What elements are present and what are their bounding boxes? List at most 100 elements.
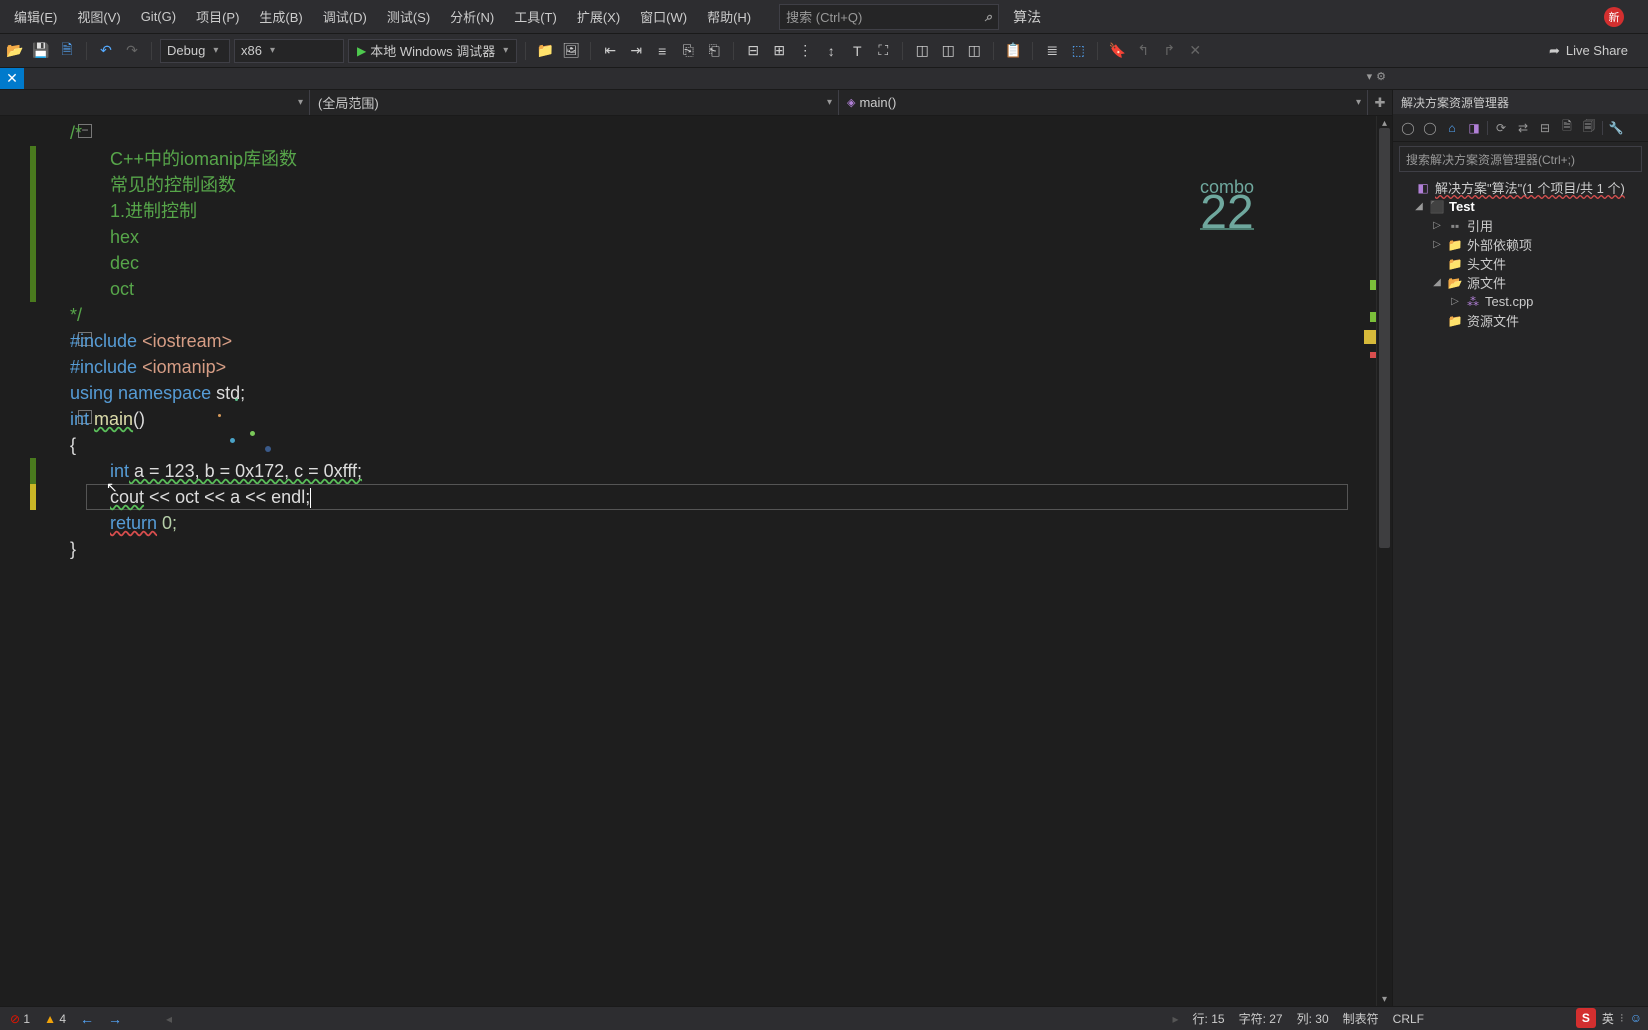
change-markers-column [1364, 116, 1376, 1006]
tabs-indicator[interactable]: 制表符 [1343, 1010, 1379, 1027]
menu-test[interactable]: 测试(S) [377, 3, 440, 30]
toolbar-separator [733, 42, 734, 60]
menu-build[interactable]: 生成(B) [249, 3, 312, 30]
references-icon: ▪▪ [1447, 219, 1463, 233]
global-search-input[interactable]: 搜索 (Ctrl+Q) ⌕ [779, 4, 999, 30]
scope-scope-dropdown[interactable]: (全局范围) [310, 90, 839, 115]
toggle-icon[interactable]: ⋮ [794, 40, 816, 62]
split-editor-button[interactable]: ✚ [1368, 95, 1392, 111]
expand-icon[interactable]: ▷ [1431, 220, 1443, 231]
expand-icon[interactable]: ▷ [1431, 239, 1443, 250]
toggle-icon[interactable]: ⛶ [872, 40, 894, 62]
solution-search-input[interactable]: 搜索解决方案资源管理器(Ctrl+;) [1399, 146, 1642, 172]
ime-indicator[interactable]: S 英 ⁝ ☺ [1570, 1006, 1648, 1030]
menu-tools[interactable]: 工具(T) [504, 3, 567, 30]
configuration-dropdown[interactable]: Debug [160, 39, 230, 63]
refresh-icon[interactable]: ⟳ [1492, 119, 1510, 137]
nav-back-button[interactable]: ← [80, 1011, 94, 1027]
toggle-icon[interactable]: ⊟ [742, 40, 764, 62]
toggle-icon[interactable]: ◫ [937, 40, 959, 62]
format-icon[interactable]: ≡ [651, 40, 673, 62]
navigation-bar: (全局范围) ◈ main() ✚ [0, 90, 1392, 116]
scrollbar-thumb[interactable] [1379, 128, 1390, 548]
bookmark-prev-icon[interactable]: ↰ [1132, 40, 1154, 62]
error-count[interactable]: ⊘ 1 [10, 1012, 30, 1026]
menu-debug[interactable]: 调试(D) [313, 3, 377, 30]
platform-dropdown[interactable]: x86 [234, 39, 344, 63]
properties-icon[interactable]: 🗐 [1580, 119, 1598, 137]
vertical-scrollbar[interactable]: ▴ ▾ [1376, 116, 1392, 1006]
undo-icon[interactable]: ↶ [95, 40, 117, 62]
image-icon[interactable]: 🖼 [560, 40, 582, 62]
line-indicator[interactable]: 行: 15 [1193, 1010, 1225, 1027]
settings-icon[interactable]: ⚙ [1376, 70, 1386, 83]
menu-extensions[interactable]: 扩展(X) [567, 3, 630, 30]
switch-view-icon[interactable]: ◨ [1465, 119, 1483, 137]
bookmark-next-icon[interactable]: ↱ [1158, 40, 1180, 62]
filter-icon[interactable]: ⇄ [1514, 119, 1532, 137]
uncomment-icon[interactable]: ⎗ [703, 40, 725, 62]
menu-git[interactable]: Git(G) [131, 5, 186, 28]
tree-sources[interactable]: ◢ 📂 源文件 [1393, 273, 1648, 292]
indent-decrease-icon[interactable]: ⇤ [599, 40, 621, 62]
toggle-icon[interactable]: ◫ [911, 40, 933, 62]
folder-icon: 📁 [1447, 257, 1463, 271]
show-all-icon[interactable]: 🗎 [1558, 119, 1576, 137]
collapse-icon[interactable]: ⊟ [1536, 119, 1554, 137]
save-icon[interactable]: 💾 [30, 40, 52, 62]
wrench-icon[interactable]: 🔧 [1607, 119, 1625, 137]
tree-solution-root[interactable]: ◧ 解决方案"算法"(1 个项目/共 1 个) [1393, 178, 1648, 197]
toggle-icon[interactable]: ⬚ [1067, 40, 1089, 62]
scope-type-dropdown[interactable] [0, 90, 310, 115]
nav-forward-button[interactable]: → [108, 1011, 122, 1027]
search-icon: ⌕ [985, 9, 992, 25]
toggle-icon[interactable]: ⊞ [768, 40, 790, 62]
menu-edit[interactable]: 编辑(E) [4, 3, 67, 30]
tab-close-button[interactable]: ✕ [0, 68, 24, 89]
warning-count[interactable]: ▲ 4 [44, 1012, 66, 1026]
editor-panel: (全局范围) ◈ main() ✚ ▾ ⚙ combo 22 [0, 90, 1392, 1006]
menu-view[interactable]: 视图(V) [67, 3, 130, 30]
menu-analyze[interactable]: 分析(N) [440, 3, 504, 30]
tree-headers[interactable]: 📁 头文件 [1393, 254, 1648, 273]
tree-resources[interactable]: 📁 资源文件 [1393, 311, 1648, 330]
tab-dropdown-icon[interactable]: ▾ [1367, 70, 1373, 83]
toggle-icon[interactable]: ≣ [1041, 40, 1063, 62]
back-icon[interactable]: ◯ [1399, 119, 1417, 137]
expand-icon[interactable]: ◢ [1431, 277, 1443, 288]
lineending-indicator[interactable]: CRLF [1393, 1012, 1424, 1026]
char-indicator[interactable]: 字符: 27 [1239, 1010, 1283, 1027]
tree-file-test-cpp[interactable]: ▷ ⁂ Test.cpp [1393, 292, 1648, 311]
expand-icon[interactable]: ◢ [1413, 201, 1425, 212]
solution-icon: ◧ [1415, 181, 1431, 195]
col-indicator[interactable]: 列: 30 [1297, 1010, 1329, 1027]
bookmark-icon[interactable]: 🔖 [1106, 40, 1128, 62]
start-debug-button[interactable]: ▶ 本地 Windows 调试器 ▾ [348, 39, 517, 63]
live-share-button[interactable]: ➦ Live Share [1549, 43, 1628, 59]
folder-icon[interactable]: 📁 [534, 40, 556, 62]
tree-references[interactable]: ▷ ▪▪ 引用 [1393, 216, 1648, 235]
menu-window[interactable]: 窗口(W) [630, 3, 697, 30]
toggle-icon[interactable]: 📋 [1002, 40, 1024, 62]
comment-icon[interactable]: ⎘ [677, 40, 699, 62]
menu-help[interactable]: 帮助(H) [697, 3, 761, 30]
toggle-icon[interactable]: ↕ [820, 40, 842, 62]
tree-project[interactable]: ◢ ⬛ Test [1393, 197, 1648, 216]
folder-icon: 📁 [1447, 238, 1463, 252]
scope-member-dropdown[interactable]: ◈ main() [839, 90, 1368, 115]
tree-external-deps[interactable]: ▷ 📁 外部依赖项 [1393, 235, 1648, 254]
redo-icon[interactable]: ↷ [121, 40, 143, 62]
save-all-icon[interactable]: 🗎 [56, 40, 78, 62]
menu-project[interactable]: 项目(P) [186, 3, 249, 30]
open-icon[interactable]: 📂 [4, 40, 26, 62]
expand-icon[interactable]: ▷ [1449, 296, 1461, 307]
forward-icon[interactable]: ◯ [1421, 119, 1439, 137]
indent-increase-icon[interactable]: ⇥ [625, 40, 647, 62]
toggle-icon[interactable]: ◫ [963, 40, 985, 62]
new-badge[interactable]: 新 [1604, 7, 1624, 27]
bookmark-clear-icon[interactable]: ✕ [1184, 40, 1206, 62]
code-editor[interactable]: combo 22 −/* C++中的iomanip库函数 常见的控制函数 1.进… [0, 116, 1364, 1006]
home-icon[interactable]: ⌂ [1443, 119, 1461, 137]
toggle-icon[interactable]: T [846, 40, 868, 62]
play-icon: ▶ [357, 44, 366, 58]
